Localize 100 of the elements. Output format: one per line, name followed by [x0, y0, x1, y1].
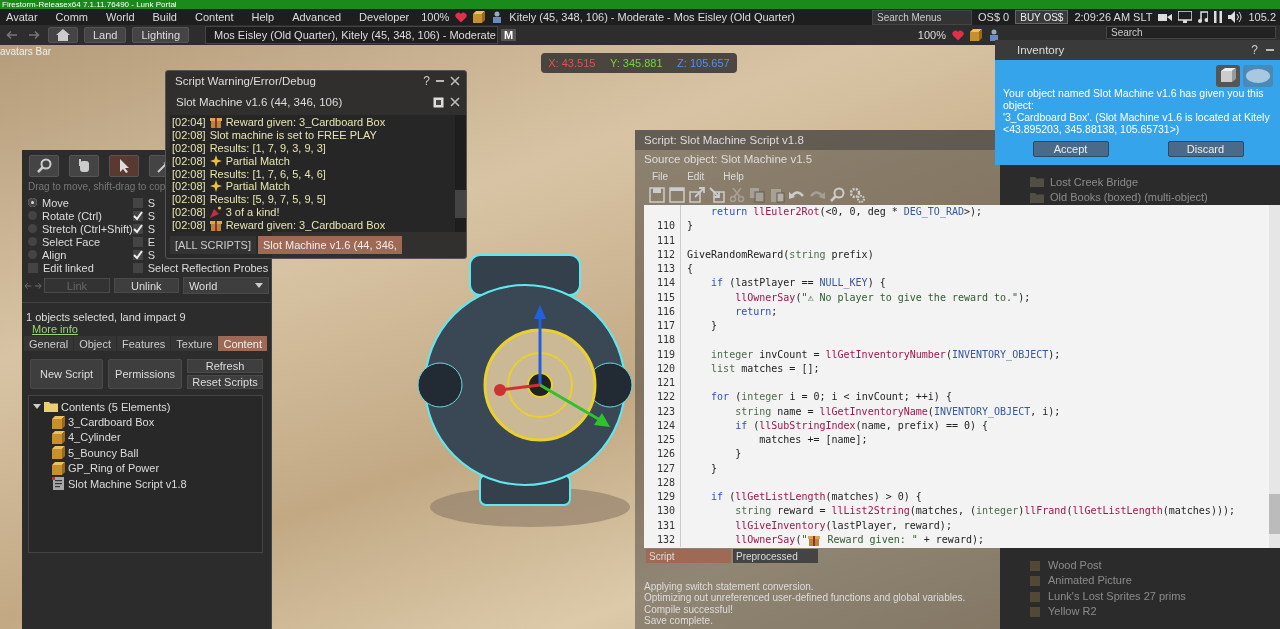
reset-scripts-button[interactable]: Reset Scripts: [187, 375, 263, 389]
save-icon[interactable]: [649, 187, 665, 203]
code-line: llOwnerSay(": [734, 532, 808, 547]
tree-item[interactable]: 3_Cardboard Box: [68, 416, 155, 429]
tree-item[interactable]: GP_Ring of Power: [68, 462, 160, 475]
import-icon[interactable]: [709, 187, 725, 203]
checkbox[interactable]: [28, 262, 38, 273]
tab[interactable]: [ALL SCRIPTS]: [170, 236, 256, 254]
export-icon[interactable]: [689, 187, 705, 203]
link-button[interactable]: Unlink: [113, 278, 179, 293]
more-info-link[interactable]: More info: [22, 323, 88, 335]
menu-item[interactable]: Avatar: [0, 11, 44, 23]
checkbox[interactable]: [132, 236, 143, 247]
pop-out-icon[interactable]: [433, 96, 444, 108]
left-arrow-icon[interactable]: [24, 281, 33, 290]
radio-button[interactable]: [28, 198, 37, 207]
tab[interactable]: Slot Machine v1.6 (44, 346,: [258, 236, 402, 254]
search-field[interactable]: Search: [1106, 26, 1276, 39]
tree-item[interactable]: Slot Machine Script v1.8: [68, 477, 187, 490]
balance-label: OS$ 0: [978, 11, 1010, 23]
menu-item[interactable]: Advanced: [286, 11, 348, 23]
help-button[interactable]: ?: [423, 74, 430, 88]
nav-button[interactable]: Land: [84, 27, 127, 43]
folder-icon: [44, 401, 58, 413]
scrollbar[interactable]: [1269, 205, 1280, 548]
radio-button[interactable]: [28, 237, 37, 246]
tree-item[interactable]: Contents (5 Elements): [61, 400, 171, 413]
permissions-button[interactable]: Permissions: [108, 359, 182, 389]
right-arrow-icon[interactable]: [34, 281, 43, 290]
tab[interactable]: Object: [74, 336, 116, 351]
inventory-item[interactable]: Lunk's Lost Sprites 27 prims: [1048, 589, 1186, 602]
tab[interactable]: General: [24, 336, 74, 351]
radio-button[interactable]: [28, 250, 37, 259]
camera-icon[interactable]: [1158, 12, 1173, 22]
inventory-item[interactable]: Wood Post: [1048, 558, 1102, 571]
forward-arrow-icon[interactable]: [28, 30, 40, 40]
nav-button[interactable]: Lighting: [132, 27, 190, 43]
music-note-icon[interactable]: [1198, 11, 1209, 23]
cube-icon: [1030, 589, 1042, 602]
search-icon[interactable]: [829, 187, 845, 203]
caret-icon[interactable]: [33, 402, 41, 411]
line-number: 132: [644, 532, 681, 547]
cube-icon: [970, 29, 982, 41]
cube-icon: [1030, 574, 1042, 587]
buy-currency-button[interactable]: BUY OS$: [1015, 10, 1069, 24]
dialog-button[interactable]: Discard: [1167, 141, 1244, 157]
tab[interactable]: Texture: [171, 336, 218, 351]
tab[interactable]: Content: [218, 336, 267, 351]
script-icon: [52, 477, 65, 491]
new-script-button[interactable]: New Script: [30, 359, 104, 389]
code-editor[interactable]: [644, 205, 1280, 548]
menu-item[interactable]: Content: [189, 11, 240, 23]
menu-item[interactable]: Help: [245, 11, 281, 23]
tool-button[interactable]: [69, 155, 99, 177]
tab[interactable]: Preprocessed: [733, 549, 818, 563]
window-icon[interactable]: [669, 187, 685, 203]
menu-item[interactable]: Developer: [353, 11, 416, 23]
back-arrow-icon[interactable]: [6, 30, 18, 40]
checkbox[interactable]: [132, 262, 143, 273]
checkbox[interactable]: [132, 197, 143, 208]
tree-item[interactable]: 5_Bouncy Ball: [68, 446, 139, 459]
radio-button[interactable]: [28, 224, 37, 233]
option-label: S: [147, 209, 156, 222]
tree-item[interactable]: 4_Cylinder: [68, 431, 121, 444]
line-number: 119: [644, 347, 681, 362]
dialog-button[interactable]: Accept: [1032, 141, 1109, 157]
tool-button[interactable]: [109, 155, 139, 177]
menu-item[interactable]: Build: [146, 11, 183, 23]
inventory-item[interactable]: Yellow R2: [1048, 605, 1097, 618]
line-number: 111: [644, 233, 681, 248]
speaker-icon[interactable]: [1228, 11, 1243, 23]
inventory-item[interactable]: Old Books (boxed) (multi-object): [1050, 191, 1208, 204]
option-label: Move: [42, 196, 69, 209]
home-button[interactable]: [48, 27, 78, 43]
code-line: if (lastPlayer == NULL_KEY) {: [710, 276, 886, 291]
inventory-item[interactable]: Animated Picture: [1048, 574, 1132, 587]
menu-item[interactable]: Comm: [49, 11, 94, 23]
inventory-item[interactable]: Lost Creek Bridge: [1050, 175, 1139, 188]
gears-icon[interactable]: [849, 187, 865, 203]
dropdown[interactable]: World: [182, 277, 269, 294]
checkbox[interactable]: [132, 223, 143, 234]
tab[interactable]: Features: [116, 336, 171, 351]
pause-icon[interactable]: [1214, 11, 1223, 23]
log-timestamp: [02:08]: [172, 167, 206, 180]
checkbox[interactable]: [132, 210, 143, 221]
checkbox[interactable]: [132, 249, 143, 260]
refresh-button[interactable]: Refresh: [187, 359, 263, 373]
code-line: if (llSubStringIndex(name, prefix) == 0) {: [734, 418, 989, 433]
search-field[interactable]: Search Menus: [872, 9, 973, 25]
code-line: return llEuler2Rot(<0, 0, deg * DEG_TO_RAD>);: [710, 205, 983, 220]
option-label: S: [147, 248, 156, 261]
tool-button[interactable]: [29, 155, 59, 177]
output-line: Optimizing out unreferenced user-defined functions and global variables.: [644, 592, 966, 604]
scrollbar[interactable]: [455, 115, 466, 232]
message-text: '3_Cardboard Box'. (Slot Machine v1.6 is located at Kitely <43.895203, 345.88138, 105.65731>): [1003, 111, 1271, 135]
help-button[interactable]: ?: [1251, 43, 1258, 57]
menu-item[interactable]: World: [100, 11, 141, 23]
line-number: 115: [644, 290, 681, 305]
radio-button[interactable]: [28, 211, 37, 220]
monitor-icon[interactable]: [1178, 11, 1193, 23]
